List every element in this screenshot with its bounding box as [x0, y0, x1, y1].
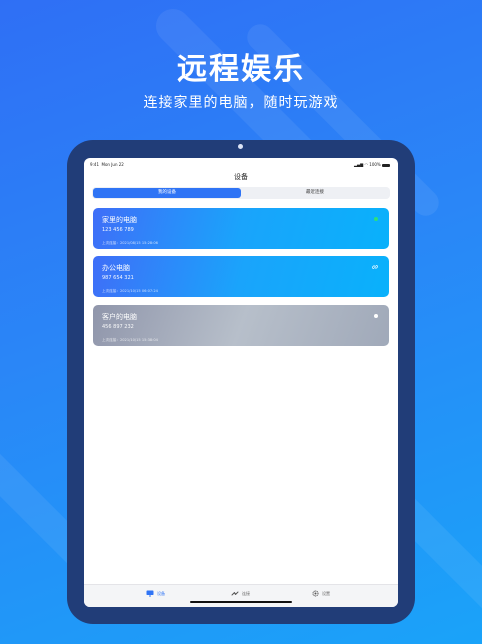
app-screen: 9:41 Mon Jun 22 ▂▄▆ ◠ 100% 设备 我的设备 最近连接 … [84, 158, 398, 607]
segment-my-devices[interactable]: 我的设备 [93, 188, 241, 198]
hero-subtitle: 连接家里的电脑，随时玩游戏 [143, 95, 339, 111]
segment-recent[interactable]: 最近连接 [241, 188, 389, 198]
device-id: 456 897 232 [102, 324, 134, 330]
device-last-connected: 上次连接：2021/10/15 15:38:04 [102, 338, 158, 342]
device-card-home[interactable]: 家里的电脑 123 456 789 上次连接：2021/08/15 15:28:… [93, 208, 389, 249]
gear-icon [312, 590, 319, 597]
camera-dot [238, 144, 243, 149]
wifi-icon: ◠ [364, 162, 369, 167]
device-name: 家里的电脑 [102, 216, 137, 224]
tab-devices[interactable]: 设备 [146, 590, 165, 597]
device-name: 客户的电脑 [102, 313, 137, 321]
battery-icon [382, 163, 390, 167]
tab-settings[interactable]: 设置 [312, 590, 330, 597]
home-indicator [190, 601, 292, 603]
device-card-client[interactable]: 客户的电脑 456 897 232 上次连接：2021/10/15 15:38:… [93, 305, 389, 346]
device-last-connected: 上次连接：2021/08/15 15:28:06 [102, 241, 158, 245]
segment-control: 我的设备 最近连接 [92, 187, 390, 199]
connect-icon [231, 591, 239, 596]
tab-label: 设备 [157, 590, 165, 596]
nav-title: 设备 [234, 173, 248, 181]
status-time: 9:41 Mon Jun 22 [90, 162, 124, 167]
device-last-connected: 上次连接：2021/10/15 06:07:24 [102, 289, 158, 293]
tab-label: 设置 [322, 590, 330, 596]
hero-title: 远程娱乐 [177, 52, 305, 87]
tab-label: 连接 [242, 590, 250, 596]
device-id: 123 456 789 [102, 227, 134, 233]
device-card-office[interactable]: 办公电脑 987 654 321 上次连接：2021/10/15 06:07:2… [93, 256, 389, 297]
online-dot-icon [374, 217, 378, 221]
tab-connect[interactable]: 连接 [231, 590, 250, 597]
device-name: 办公电脑 [102, 264, 130, 272]
link-icon [372, 265, 378, 269]
device-id: 987 654 321 [102, 275, 134, 281]
tab-bar: 设备 连接 设置 [84, 584, 398, 607]
status-bar: 9:41 Mon Jun 22 ▂▄▆ ◠ 100% [84, 160, 398, 170]
offline-dot-icon [374, 314, 378, 318]
status-right: ▂▄▆ ◠ 100% [354, 162, 390, 167]
monitor-icon [146, 590, 154, 597]
tablet-frame: 9:41 Mon Jun 22 ▂▄▆ ◠ 100% 设备 我的设备 最近连接 … [67, 140, 415, 624]
signal-icon: ▂▄▆ [353, 162, 364, 167]
battery-percent: 100% [369, 162, 381, 167]
